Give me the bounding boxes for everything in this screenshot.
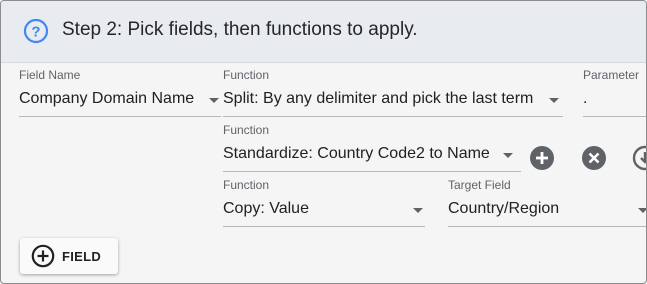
dropdown-arrow-icon (209, 98, 219, 103)
remove-function-icon[interactable] (581, 145, 607, 171)
move-down-icon[interactable] (632, 145, 647, 171)
add-field-button[interactable]: FIELD (20, 238, 118, 274)
function-select-1[interactable]: Split: By any delimiter and pick the las… (223, 87, 563, 117)
add-field-label: FIELD (62, 249, 102, 264)
dropdown-arrow-icon (503, 153, 513, 158)
function-value-2: Standardize: Country Code2 to Name (223, 145, 490, 162)
target-field-label: Target Field (448, 178, 511, 192)
step-panel: ? Step 2: Pick fields, then functions to… (0, 0, 647, 284)
svg-text:?: ? (31, 24, 40, 41)
target-field-select[interactable]: Country/Region (448, 197, 646, 227)
parameter-value: . (583, 90, 588, 107)
target-field-value: Country/Region (448, 200, 560, 217)
function-label-3: Function (223, 178, 270, 192)
dropdown-arrow-icon (413, 208, 423, 213)
dropdown-arrow-icon (638, 208, 646, 213)
dropdown-arrow-icon (549, 98, 559, 103)
function-value-1: Split: By any delimiter and pick the las… (223, 90, 534, 107)
step-title: Step 2: Pick fields, then functions to a… (62, 19, 418, 40)
parameter-input[interactable]: . (583, 87, 646, 117)
add-function-icon[interactable] (529, 145, 555, 171)
field-name-value: Company Domain Name (19, 90, 195, 107)
function-select-2[interactable]: Standardize: Country Code2 to Name (223, 142, 521, 172)
function-label-2: Function (223, 123, 270, 137)
step-header: ? Step 2: Pick fields, then functions to… (1, 1, 646, 63)
field-name-label: Field Name (19, 68, 81, 82)
field-name-select[interactable]: Company Domain Name (19, 87, 221, 117)
function-select-3[interactable]: Copy: Value (223, 197, 425, 227)
add-circle-icon (31, 244, 55, 268)
function-value-3: Copy: Value (223, 200, 309, 217)
help-circle-icon[interactable]: ? (23, 18, 49, 44)
function-label: Function (223, 68, 270, 82)
parameter-label: Parameter (583, 68, 640, 82)
